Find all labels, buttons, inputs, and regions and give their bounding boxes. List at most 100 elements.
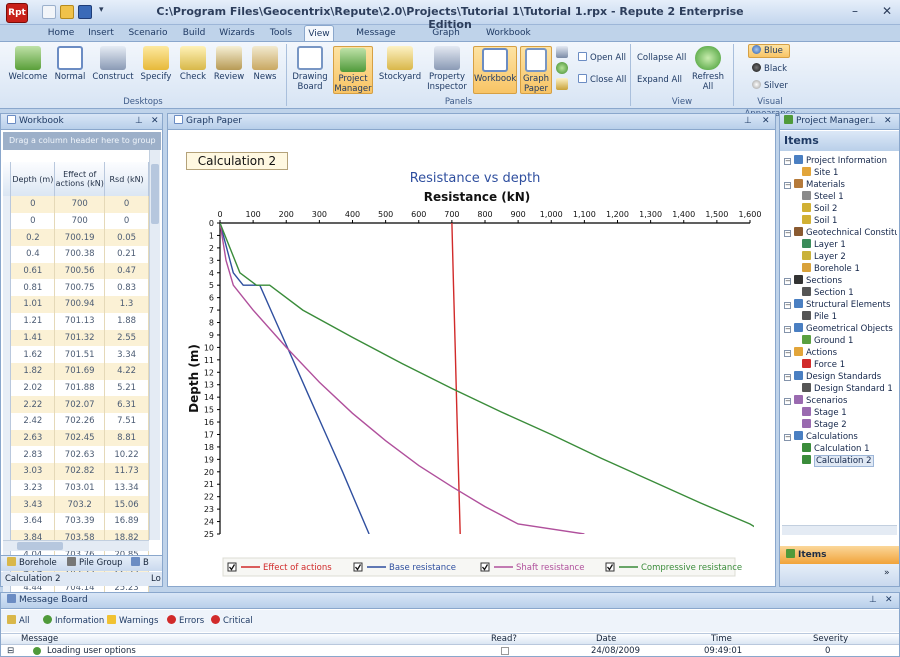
tree-item[interactable]: Calculation 2	[784, 455, 897, 467]
table-row[interactable]: 2.42 702.26 7.51	[3, 412, 149, 430]
tree-item[interactable]: − Structural Elements	[784, 299, 897, 311]
tree-item[interactable]: − Actions	[784, 347, 897, 359]
collapse-icon[interactable]: −	[784, 278, 791, 285]
row-header[interactable]	[3, 346, 12, 363]
row-header[interactable]	[3, 262, 12, 280]
row-header[interactable]	[3, 246, 12, 263]
tab-information[interactable]: Information	[43, 614, 104, 628]
row-header[interactable]	[3, 412, 12, 430]
row-header[interactable]	[3, 296, 12, 313]
col-time[interactable]: Time	[711, 634, 732, 645]
check-button[interactable]: Check	[178, 46, 208, 82]
cell-rsd[interactable]: 4.22	[104, 362, 149, 380]
cell-effect-of-actions[interactable]: 701.51	[54, 346, 106, 363]
cell-effect-of-actions[interactable]: 701.13	[54, 312, 106, 330]
message-row[interactable]: ⊟ Loading user options 24/08/2009 09:49:…	[1, 646, 899, 656]
review-button[interactable]: Review	[212, 46, 246, 82]
cell-depth[interactable]: 0.4	[10, 246, 56, 263]
table-row[interactable]: 3.64 703.39 16.89	[3, 513, 149, 530]
tree-item[interactable]: Pile 1	[784, 311, 897, 323]
row-header[interactable]	[3, 362, 12, 380]
table-row[interactable]: 1.41 701.32 2.55	[3, 329, 149, 347]
tab-home[interactable]: Home	[46, 25, 76, 42]
row-header[interactable]	[3, 446, 12, 463]
tree-item[interactable]: Calculation 1	[784, 443, 897, 455]
pin-icon[interactable]: ⊥	[869, 593, 877, 608]
col-severity[interactable]: Severity	[813, 634, 848, 645]
cell-effect-of-actions[interactable]: 703.01	[54, 479, 106, 497]
cell-depth[interactable]: 0.61	[10, 262, 56, 280]
drawing-board-button[interactable]: Drawing Board	[291, 46, 329, 92]
new-file-icon[interactable]	[42, 5, 56, 19]
cell-depth[interactable]: 0.2	[10, 229, 56, 247]
cell-effect-of-actions[interactable]: 703.2	[54, 496, 106, 514]
row-header[interactable]	[3, 329, 12, 347]
open-all-button[interactable]: Open All	[578, 52, 626, 64]
items-footer-tab[interactable]: Items	[780, 546, 899, 564]
expand-all-button[interactable]: Expand All	[637, 74, 682, 86]
table-row[interactable]: 2.83 702.63 10.22	[3, 446, 149, 463]
cell-rsd[interactable]: 5.21	[104, 379, 149, 397]
collapse-icon[interactable]: −	[784, 230, 791, 237]
close-icon[interactable]: ✕	[885, 593, 893, 608]
cell-rsd[interactable]: 10.22	[104, 446, 149, 463]
col-header-depth[interactable]: Depth (m)	[10, 162, 56, 196]
pin-icon[interactable]: ⊥	[135, 114, 143, 129]
cell-rsd[interactable]: 15.06	[104, 496, 149, 514]
refresh-all-button[interactable]: Refresh All	[688, 46, 728, 92]
tree-item[interactable]: − Materials	[784, 179, 897, 191]
cell-depth[interactable]: 2.02	[10, 379, 56, 397]
row-header[interactable]	[3, 379, 12, 397]
cell-depth[interactable]: 0.81	[10, 279, 56, 297]
cell-rsd[interactable]: 0	[104, 196, 149, 213]
specify-button[interactable]: Specify	[138, 46, 174, 82]
tree-item[interactable]: − Project Information	[784, 155, 897, 167]
pin-icon[interactable]: ⊥	[868, 114, 876, 129]
tab-warnings[interactable]: Warnings	[107, 614, 158, 628]
row-header[interactable]	[3, 429, 12, 447]
table-row[interactable]: 1.62 701.51 3.34	[3, 346, 149, 363]
cell-effect-of-actions[interactable]: 703.39	[54, 513, 106, 530]
read-checkbox[interactable]	[501, 647, 509, 655]
cell-depth[interactable]: 3.64	[10, 513, 56, 530]
tree-item[interactable]: − Scenarios	[784, 395, 897, 407]
cell-depth[interactable]: 2.83	[10, 446, 56, 463]
footer-options-icon[interactable]: »	[884, 568, 890, 578]
row-header[interactable]	[3, 496, 12, 514]
tab-pile-group[interactable]: Pile Group	[67, 556, 122, 571]
tree-horizontal-scrollbar[interactable]	[782, 525, 897, 535]
table-row[interactable]: 3.43 703.2 15.06	[3, 496, 149, 514]
tab-scenario[interactable]: Scenario	[128, 25, 168, 42]
collapse-all-button[interactable]: Collapse All	[637, 52, 686, 64]
tree-item[interactable]: Design Standard 1	[784, 383, 897, 395]
cell-effect-of-actions[interactable]: 701.32	[54, 329, 106, 347]
cell-depth[interactable]: 1.21	[10, 312, 56, 330]
tab-tools[interactable]: Tools	[266, 25, 296, 42]
graph-paper-button[interactable]: Graph Paper	[520, 46, 552, 94]
row-header[interactable]	[3, 479, 12, 497]
tab-more[interactable]: B	[131, 556, 149, 571]
appearance-black-option[interactable]: Black	[752, 63, 787, 75]
col-header-rsd[interactable]: Rsd (kN)	[104, 162, 149, 196]
tab-insert[interactable]: Insert	[85, 25, 117, 42]
expand-icon[interactable]: ⊟	[7, 646, 14, 656]
cell-depth[interactable]: 1.82	[10, 362, 56, 380]
minimize-icon[interactable]: –	[846, 3, 864, 19]
close-icon[interactable]: ✕	[884, 114, 892, 129]
col-message[interactable]: Message	[21, 634, 58, 645]
app-logo[interactable]: Rpt	[6, 3, 28, 23]
tab-view[interactable]: View	[304, 25, 334, 42]
collapse-icon[interactable]: −	[784, 350, 791, 357]
tab-all[interactable]: All	[7, 614, 30, 628]
tree-item[interactable]: Stage 2	[784, 419, 897, 431]
cell-rsd[interactable]: 1.3	[104, 296, 149, 313]
cell-depth[interactable]: 0	[10, 196, 56, 213]
table-row[interactable]: 0 700 0	[3, 212, 149, 230]
tree-item[interactable]: Soil 2	[784, 203, 897, 215]
col-header-effect-of-actions[interactable]: Effect of actions (kN)	[54, 162, 106, 196]
close-icon[interactable]: ✕	[878, 3, 896, 19]
cell-rsd[interactable]: 6.31	[104, 396, 149, 413]
table-row[interactable]: 0 700 0	[3, 196, 149, 213]
cell-effect-of-actions[interactable]: 702.82	[54, 463, 106, 480]
tree-item[interactable]: − Geometrical Objects	[784, 323, 897, 335]
